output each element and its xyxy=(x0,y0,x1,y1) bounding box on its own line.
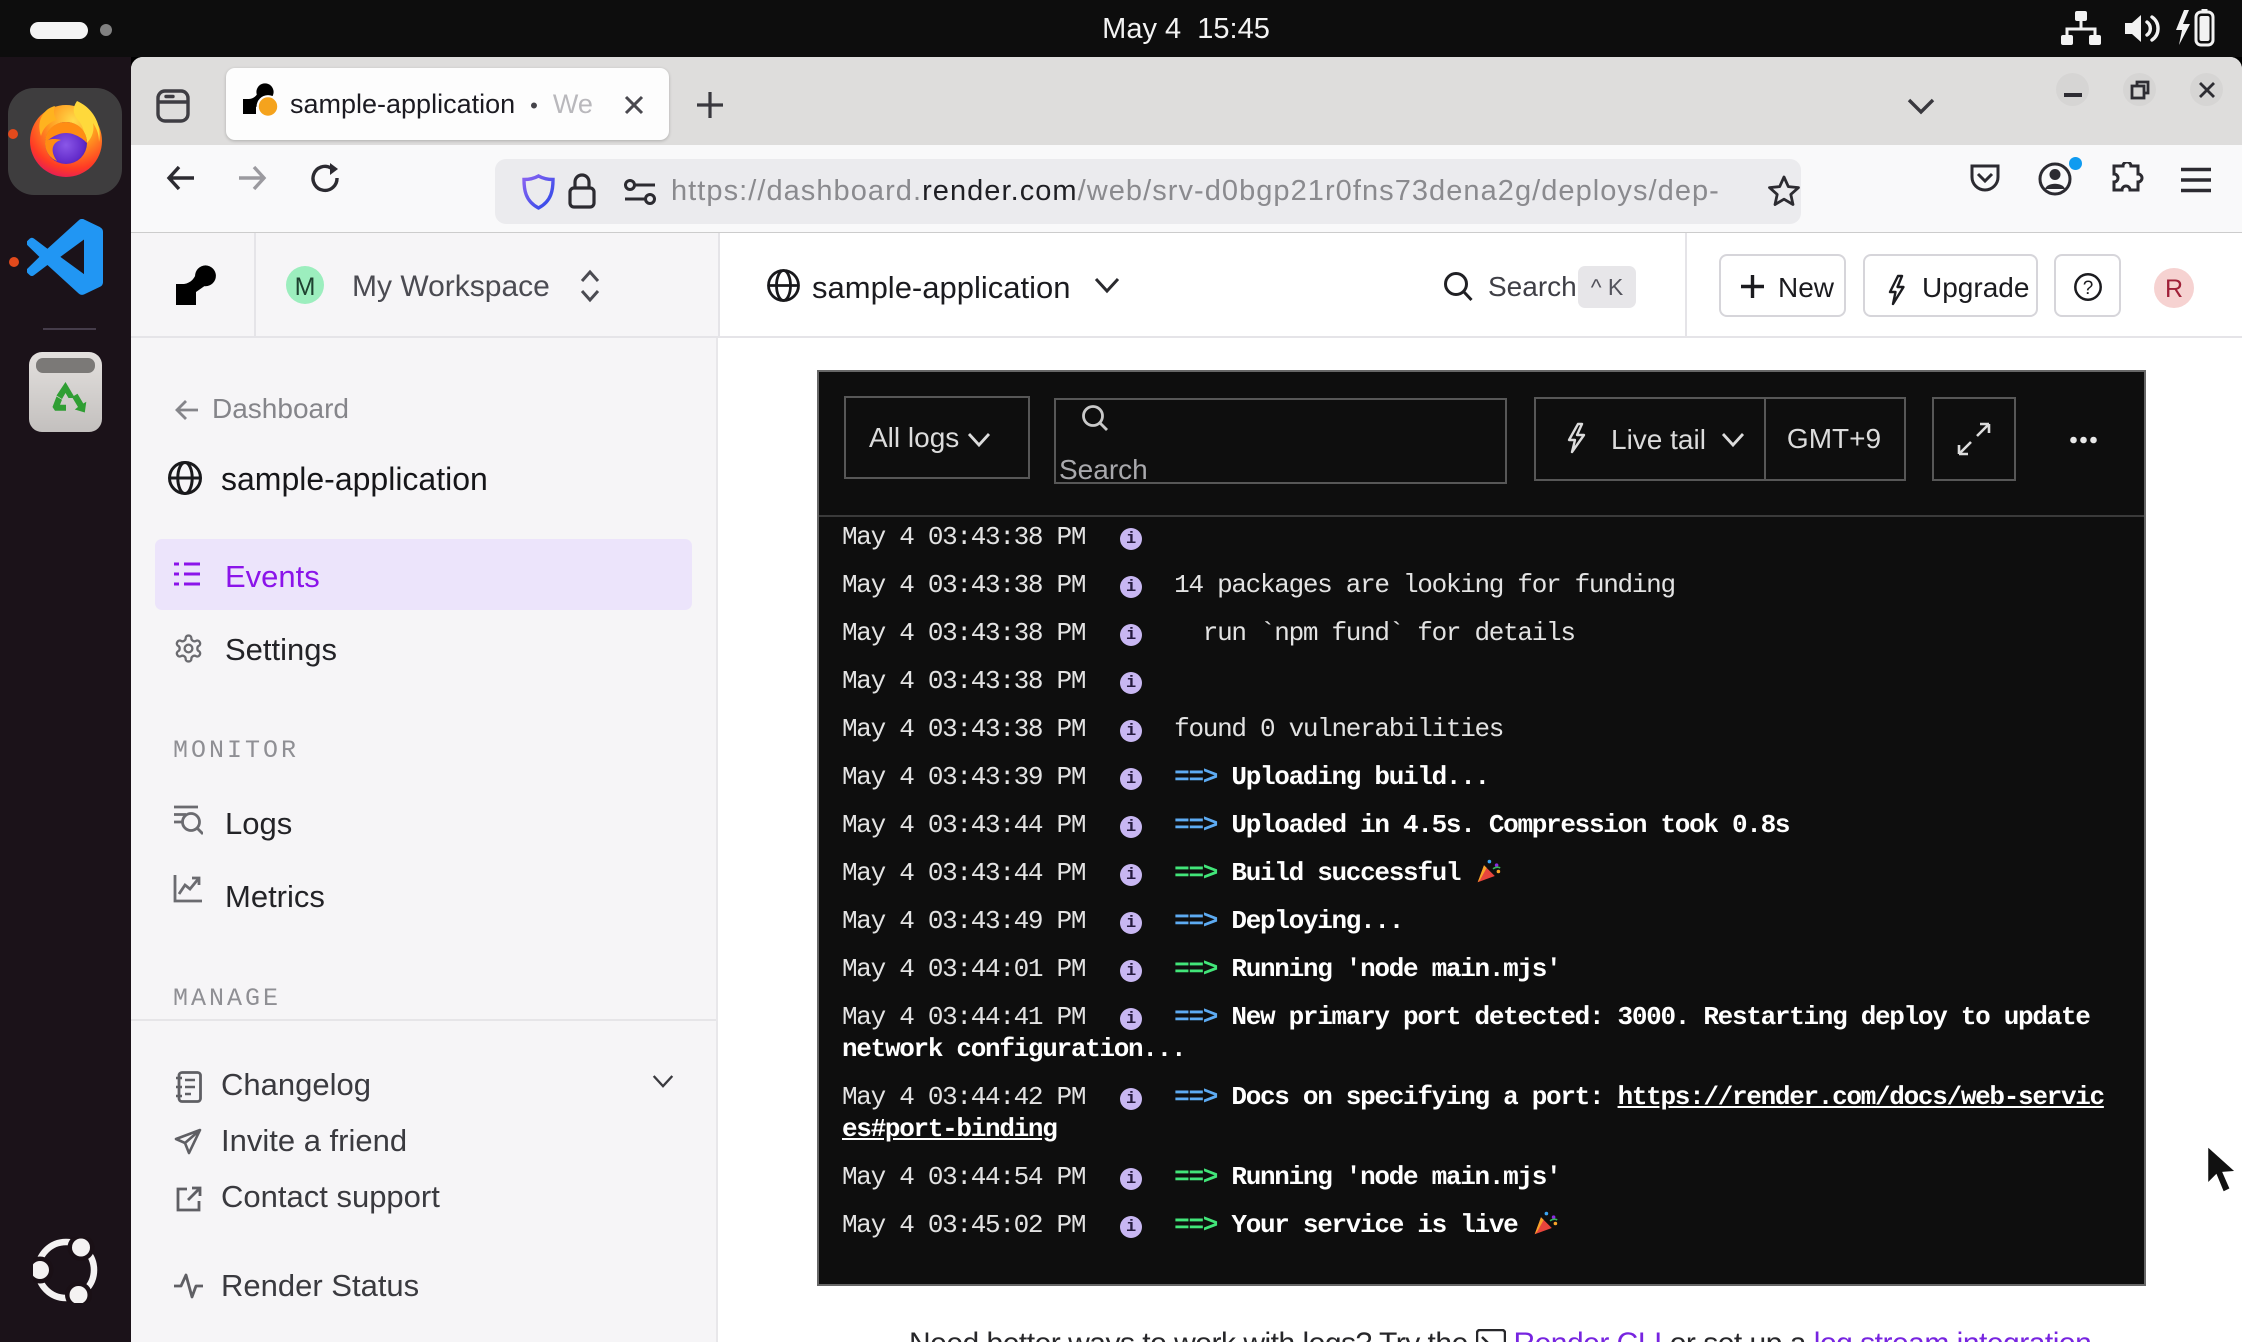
svg-text:?: ? xyxy=(2083,278,2094,299)
